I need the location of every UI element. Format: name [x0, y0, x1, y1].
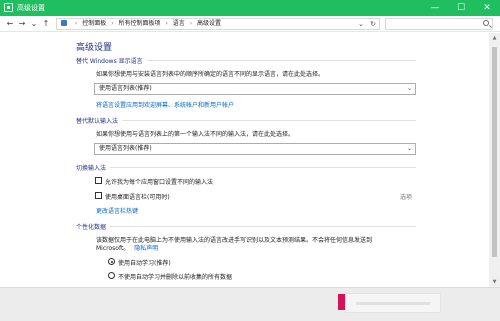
minimize-button[interactable]: — — [422, 0, 448, 16]
section-override-display-language: 替代 Windows 显示语言 — [76, 56, 416, 65]
maximize-button[interactable]: ☐ — [448, 0, 474, 16]
section-title: 替代 Windows 显示语言 — [76, 58, 147, 65]
scrollbar-thumb[interactable] — [492, 47, 497, 257]
footer-bar — [0, 287, 500, 321]
combobox-value: 使用语言列表(推荐) — [99, 145, 152, 152]
vertical-scrollbar[interactable]: ▲ ▼ — [489, 33, 500, 287]
window-title: 高级设置 — [17, 4, 45, 12]
save-button[interactable] — [338, 294, 345, 310]
breadcrumb-control-panel[interactable]: 控制面板 — [82, 20, 106, 27]
scroll-up-icon[interactable]: ▲ — [491, 35, 498, 41]
chevron-down-icon: ⌄ — [406, 85, 412, 92]
microsoft-text: Microsoft。 — [96, 245, 130, 252]
chevron-down-icon: ⌄ — [406, 145, 412, 152]
input-method-description: 如果你想使用与语言列表上的第一个输入法不同的输入法，请在此处选择。 — [96, 131, 295, 138]
section-personalization-data: 个性化数据 — [76, 222, 416, 231]
back-arrow-icon[interactable]: ← — [5, 19, 15, 29]
search-icon[interactable] — [483, 20, 489, 26]
search-input[interactable] — [385, 18, 493, 30]
breadcrumb-separator: › — [111, 20, 114, 27]
auto-learning-label: 使用自动学习(推荐) — [118, 260, 171, 267]
language-bar-options-link[interactable]: 选项 — [400, 192, 412, 201]
change-hotkeys-link[interactable]: 更改语言栏热键 — [96, 206, 138, 215]
per-app-input-checkbox[interactable] — [95, 177, 102, 184]
section-title: 切换输入法 — [76, 165, 111, 172]
section-divider — [76, 167, 416, 168]
no-auto-learning-radio[interactable] — [108, 272, 115, 279]
breadcrumb: › 控制面板 › 所有控制面板项 › 语言 › 高级设置 — [61, 19, 221, 29]
breadcrumb-language[interactable]: 语言 — [173, 20, 185, 27]
watermark-overlay — [345, 293, 441, 313]
breadcrumb-all-items[interactable]: 所有控制面板项 — [119, 20, 161, 27]
per-app-input-label: 允许我为每个应用窗口设置不同的输入法 — [105, 179, 214, 186]
section-divider — [76, 226, 416, 227]
section-override-default-input: 替代默认输入法 — [76, 116, 416, 125]
title-bar: 高级设置 — ☐ ✕ — [0, 0, 500, 16]
personalization-description-line2: Microsoft。 隐私声明 — [96, 243, 158, 252]
section-switch-input: 切换输入法 — [76, 163, 416, 172]
close-button[interactable]: ✕ — [474, 0, 500, 16]
section-title: 替代默认输入法 — [76, 118, 123, 125]
page-title: 高级设置 — [76, 43, 113, 53]
input-method-combobox[interactable]: 使用语言列表(推荐) ⌄ — [94, 143, 416, 155]
desktop-language-bar-checkbox[interactable] — [95, 192, 102, 199]
control-panel-app-icon — [4, 3, 13, 12]
up-arrow-icon[interactable]: ↑ — [41, 19, 51, 29]
breadcrumb-separator: › — [74, 20, 78, 27]
address-field[interactable]: › 控制面板 › 所有控制面板项 › 语言 › 高级设置 ⌄ ↻ — [56, 18, 380, 30]
apply-language-settings-link[interactable]: 将语言设置应用到欢迎屏幕、系统帐户和新用户帐户 — [96, 100, 234, 109]
forward-arrow-icon[interactable]: → — [17, 19, 27, 29]
breadcrumb-separator: › — [189, 20, 193, 27]
breadcrumb-advanced-settings[interactable]: 高级设置 — [197, 20, 221, 27]
privacy-statement-link[interactable]: 隐私声明 — [134, 245, 158, 252]
auto-learning-radio[interactable] — [108, 258, 115, 265]
display-language-description: 如果你想使用与安装语言列表中的顺序所确定的语言不同的显示语言，请在此处选择。 — [96, 71, 325, 78]
display-language-combobox[interactable]: 使用语言列表(推荐) ⌄ — [94, 83, 416, 95]
section-title: 个性化数据 — [76, 224, 111, 231]
scroll-down-icon[interactable]: ▼ — [491, 279, 498, 285]
address-dropdown-chevron-icon[interactable]: ⌄ — [358, 20, 364, 28]
watermark-bar — [356, 302, 430, 305]
no-auto-learning-label: 不使用自动学习并删除以前收集的所有数据 — [118, 274, 233, 281]
control-panel-icon — [61, 20, 67, 26]
refresh-icon[interactable]: ↻ — [370, 20, 376, 28]
address-actions: ⌄ ↻ — [358, 19, 376, 29]
desktop-language-bar-label: 使用桌面语言栏(可用时) — [105, 194, 170, 201]
recent-locations-chevron-icon[interactable]: ⌄ — [29, 19, 39, 29]
combobox-value: 使用语言列表(推荐) — [99, 85, 152, 92]
address-bar: ← → ⌄ ↑ › 控制面板 › 所有控制面板项 › 语言 › 高级设置 ⌄ ↻ — [0, 16, 500, 32]
section-divider — [76, 120, 416, 121]
breadcrumb-separator: › — [165, 20, 168, 27]
